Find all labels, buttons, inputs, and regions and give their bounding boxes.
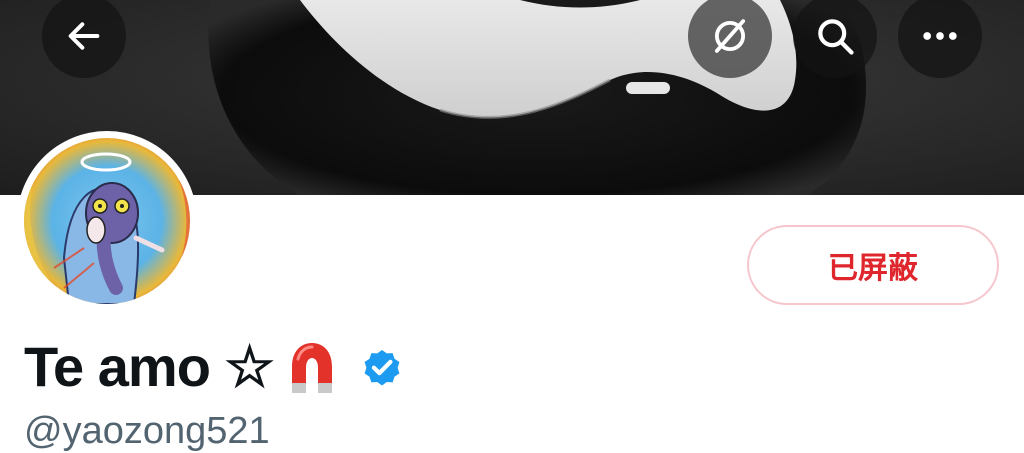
verified-badge-icon — [364, 349, 400, 386]
profile-handle: @yaozong521 — [24, 410, 270, 452]
profile-avatar[interactable] — [17, 131, 197, 311]
arrow-left-icon — [68, 22, 100, 50]
blocked-button[interactable]: 已屏蔽 — [747, 225, 999, 305]
more-horizontal-icon — [923, 32, 957, 40]
blocked-label: 已屏蔽 — [828, 251, 918, 286]
search-icon — [818, 19, 854, 55]
avatar-image — [24, 138, 190, 304]
slash-circle-icon — [714, 19, 746, 53]
magnet-icon — [291, 343, 332, 393]
profile-name-row: Te amo ☆ — [24, 334, 404, 400]
display-name: Te amo ☆ — [24, 335, 275, 398]
